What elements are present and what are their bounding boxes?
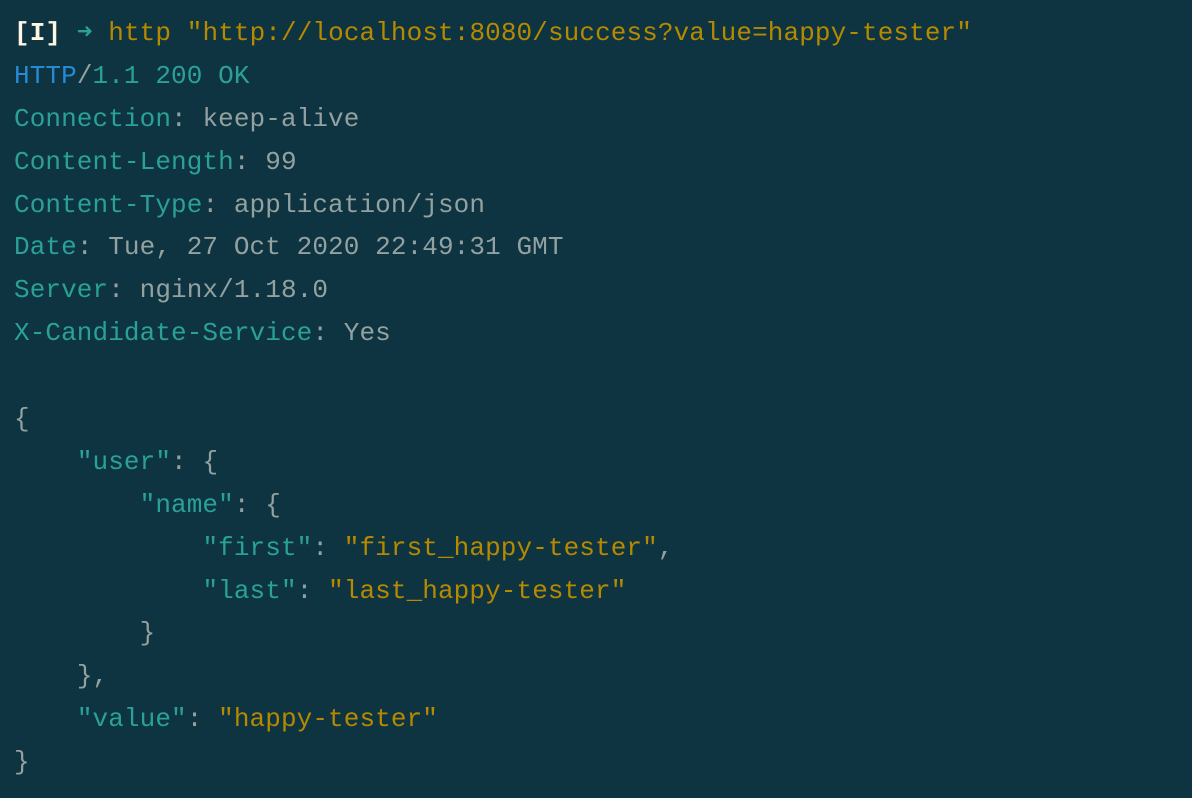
status-line: HTTP/1.1 200 OK: [14, 55, 1178, 98]
json-open: {: [14, 398, 1178, 441]
http-slash: /: [77, 61, 93, 91]
json-first-value: "first_happy-tester": [344, 533, 658, 563]
json-name-open: "name": {: [14, 484, 1178, 527]
header-content-type-value: application/json: [234, 190, 485, 220]
prompt-arrow-icon: ➜: [77, 18, 93, 48]
header-connection: Connection: keep-alive: [14, 98, 1178, 141]
json-name-close: }: [14, 612, 1178, 655]
command-name: http: [108, 18, 171, 48]
http-proto: HTTP: [14, 61, 77, 91]
blank-line: [14, 355, 1178, 398]
json-value: "value": "happy-tester": [14, 698, 1178, 741]
json-value-val: "happy-tester": [218, 704, 438, 734]
header-server-value: nginx/1.18.0: [140, 275, 328, 305]
http-version: 1.1: [93, 61, 140, 91]
header-connection-value: keep-alive: [202, 104, 359, 134]
json-last: "last": "last_happy-tester": [14, 570, 1178, 613]
header-content-length: Content-Length: 99: [14, 141, 1178, 184]
json-first: "first": "first_happy-tester",: [14, 527, 1178, 570]
header-content-length-value: 99: [265, 147, 296, 177]
command-arg: "http://localhost:8080/success?value=hap…: [187, 18, 972, 48]
json-user-close: },: [14, 655, 1178, 698]
json-user-open: "user": {: [14, 441, 1178, 484]
header-x-candidate-value: Yes: [344, 318, 391, 348]
header-content-type: Content-Type: application/json: [14, 184, 1178, 227]
prompt-mode: [I]: [14, 18, 61, 48]
header-server: Server: nginx/1.18.0: [14, 269, 1178, 312]
json-close: }: [14, 741, 1178, 784]
http-reason: OK: [218, 61, 249, 91]
header-date-value: Tue, 27 Oct 2020 22:49:31 GMT: [108, 232, 563, 262]
json-last-value: "last_happy-tester": [328, 576, 626, 606]
header-date: Date: Tue, 27 Oct 2020 22:49:31 GMT: [14, 226, 1178, 269]
command-line[interactable]: [I] ➜ http "http://localhost:8080/succes…: [14, 12, 1178, 55]
header-x-candidate: X-Candidate-Service: Yes: [14, 312, 1178, 355]
prompt-space: [61, 18, 77, 48]
http-status-code: 200: [155, 61, 202, 91]
